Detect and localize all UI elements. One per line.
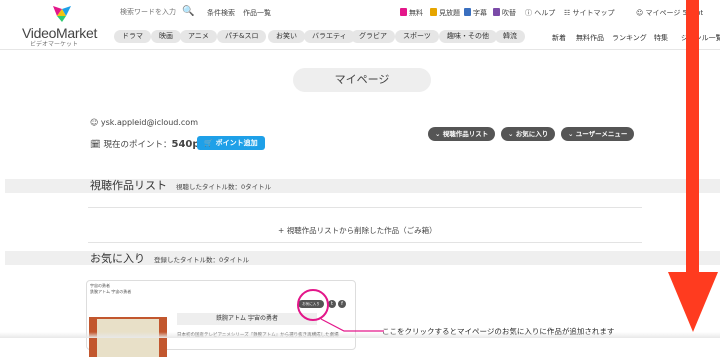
account-email: ☺ ysk.appleid@icloud.com [90, 118, 198, 127]
points-display: 🗓 現在のポイント：540pt [90, 139, 205, 150]
highlight-circle [297, 289, 329, 321]
badge-dubbed[interactable]: 吹替 [493, 8, 516, 18]
search-icon[interactable]: 🔍 [182, 6, 194, 17]
videomarket-logo[interactable]: VideoMarket ビデオマーケット [22, 6, 102, 48]
history-list-button[interactable]: ⌄ 視聴作品リスト [428, 127, 496, 141]
badge-unlimited[interactable]: 見放題 [430, 8, 460, 18]
divider [88, 242, 642, 243]
help-link[interactable]: ⓘ ヘルプ [525, 8, 555, 18]
add-points-button[interactable]: 🛒 ポイント追加 [197, 136, 265, 150]
card-small-line: 鉄腕アトム 宇宙の勇者 [90, 289, 132, 294]
page-title: マイページ [293, 68, 431, 92]
sitemap-link[interactable]: ☷ サイトマップ [564, 8, 615, 18]
genre-movie[interactable]: 映画 [151, 30, 181, 43]
plus-icon: + [278, 226, 285, 235]
calendar-icon: 🗓 [90, 140, 101, 150]
genre-anime[interactable]: アニメ [180, 30, 217, 43]
user-icon: ☺ [90, 118, 99, 127]
badge-free[interactable]: 無料 [400, 8, 423, 18]
genre-gravure[interactable]: グラビア [351, 30, 395, 43]
history-heading: 視聴作品リスト [90, 179, 167, 192]
twitter-icon[interactable]: t [328, 300, 336, 308]
nav-new[interactable]: 新着 [552, 33, 566, 43]
logo-subtitle: ビデオマーケット [30, 41, 79, 48]
facebook-icon[interactable]: f [338, 300, 346, 308]
divider [88, 207, 642, 208]
cart-icon: 🛒 [204, 139, 214, 147]
advanced-search-link[interactable]: 条件検索 [207, 8, 235, 18]
bottom-shadow [0, 332, 720, 338]
favorites-heading: お気に入り [90, 252, 145, 265]
genre-hobby[interactable]: 趣味・その他 [439, 30, 497, 43]
site-header: VideoMarket ビデオマーケット 🔍 条件検索 作品一覧 無料 見放題 … [0, 0, 720, 50]
history-count: 視聴したタイトル数：0タイトル [176, 183, 272, 191]
genre-sports[interactable]: スポーツ [395, 30, 439, 43]
help-icon: ⓘ [525, 9, 532, 17]
genre-variety[interactable]: バラエティ [304, 30, 355, 43]
genre-korean[interactable]: 韓流 [495, 30, 525, 43]
genre-drama[interactable]: ドラマ [114, 30, 151, 43]
user-menu-button[interactable]: ⌄ ユーザーメニュー [561, 127, 635, 141]
favorites-count: 登録したタイトル数：0タイトル [154, 256, 250, 264]
user-icon: ☺ [636, 9, 644, 17]
title-list-link[interactable]: 作品一覧 [243, 8, 271, 18]
favorites-button[interactable]: ⌄ お気に入り [501, 127, 556, 141]
nav-free[interactable]: 無料作品 [576, 33, 604, 43]
sitemap-icon: ☷ [564, 9, 571, 17]
genre-comedy[interactable]: お笑い [268, 30, 305, 43]
genre-pachislot[interactable]: パチ&スロ [217, 30, 267, 43]
card-title: 鉄腕アトム 宇宙の勇者 [177, 313, 317, 325]
trash-link[interactable]: + 視聴作品リストから削除した作品（ごみ箱） [278, 225, 437, 236]
badge-subtitles[interactable]: 字幕 [464, 8, 487, 18]
nav-ranking[interactable]: ランキング [612, 33, 647, 43]
scroll-down-arrow-icon [668, 0, 718, 332]
logo-mark-icon [53, 6, 71, 22]
